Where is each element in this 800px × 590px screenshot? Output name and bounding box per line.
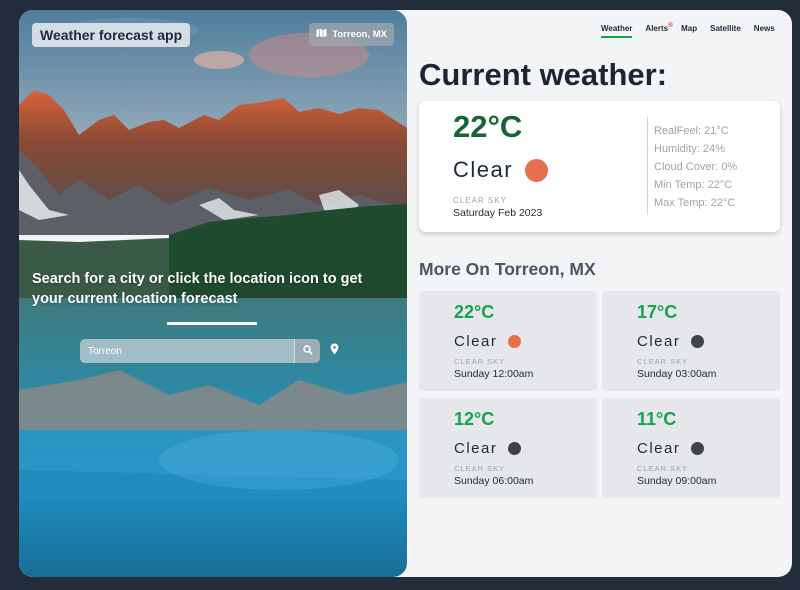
forecast-time: Sunday 06:00am <box>454 475 534 487</box>
app-window: Weather forecast app Torreon, MX Search … <box>19 10 792 577</box>
forecast-card: 12°C Clear CLEAR SKY Sunday 06:00am <box>419 398 597 498</box>
current-temperature: 22°C <box>453 109 523 144</box>
forecast-time: Sunday 12:00am <box>454 368 534 380</box>
alert-badge-dot <box>668 22 674 27</box>
current-location-button[interactable] <box>327 342 341 360</box>
forecast-condition: Clear <box>454 333 498 350</box>
forecast-condition-row: Clear <box>637 333 705 350</box>
forecast-description: CLEAR SKY <box>454 464 506 473</box>
forecast-card: 22°C Clear CLEAR SKY Sunday 12:00am <box>419 291 597 391</box>
current-weather-card: 22°C Clear CLEAR SKY Saturday Feb 2023 R… <box>419 101 780 232</box>
forecast-condition: Clear <box>637 333 681 350</box>
nav-news[interactable]: News <box>754 24 775 38</box>
map-icon <box>316 28 327 41</box>
forecast-temperature: 11°C <box>637 409 677 429</box>
detail-cloud-cover: Cloud Cover: 0% <box>654 161 738 173</box>
current-condition-row: Clear <box>453 157 549 183</box>
detail-min-temp: Min Temp: 22°C <box>654 179 733 191</box>
forecast-condition: Clear <box>637 440 681 457</box>
detail-max-temp: Max Temp: 22°C <box>654 197 736 209</box>
detail-humidity: Humidity: 24% <box>654 143 725 155</box>
forecast-time: Sunday 03:00am <box>637 368 717 380</box>
forecast-card: 11°C Clear CLEAR SKY Sunday 09:00am <box>602 398 780 498</box>
forecast-description: CLEAR SKY <box>637 357 689 366</box>
current-details: RealFeel: 21°C Humidity: 24% Cloud Cover… <box>654 122 737 212</box>
app-title: Weather forecast app <box>32 23 191 47</box>
forecast-condition-row: Clear <box>637 440 705 457</box>
card-divider <box>647 117 648 215</box>
current-condition: Clear <box>453 157 514 182</box>
search-bar <box>80 339 320 363</box>
moon-icon <box>691 442 705 455</box>
forecast-time: Sunday 09:00am <box>637 475 717 487</box>
hero-panel: Weather forecast app Torreon, MX Search … <box>19 10 407 577</box>
nav-alerts[interactable]: Alerts <box>645 22 674 38</box>
forecast-condition-row: Clear <box>454 333 522 350</box>
forecast-condition-row: Clear <box>454 440 522 457</box>
search-button[interactable] <box>294 339 320 363</box>
location-badge[interactable]: Torreon, MX <box>309 23 394 46</box>
nav-satellite[interactable]: Satellite <box>710 24 741 38</box>
map-pin-icon <box>330 342 339 360</box>
search-input[interactable] <box>80 339 294 363</box>
forecast-card: 17°C Clear CLEAR SKY Sunday 03:00am <box>602 291 780 391</box>
moon-icon <box>691 335 705 348</box>
divider-line <box>167 322 257 325</box>
search-prompt: Search for a city or click the location … <box>32 271 363 307</box>
top-nav: Weather Alerts Map Satellite News <box>601 22 775 38</box>
current-date: Saturday Feb 2023 <box>453 207 543 219</box>
forecast-temperature: 22°C <box>454 302 495 322</box>
current-weather-heading: Current weather: <box>419 57 668 92</box>
location-badge-label: Torreon, MX <box>332 29 387 40</box>
search-icon <box>302 342 313 360</box>
forecast-description: CLEAR SKY <box>637 464 689 473</box>
detail-realfeel: RealFeel: 21°C <box>654 125 729 137</box>
more-on-heading: More On Torreon, MX <box>419 259 596 279</box>
sun-icon <box>525 158 549 182</box>
forecast-temperature: 17°C <box>637 302 678 322</box>
nav-map[interactable]: Map <box>681 24 697 38</box>
current-description: CLEAR SKY <box>453 196 507 205</box>
sun-icon <box>508 335 522 348</box>
forecast-condition: Clear <box>454 440 498 457</box>
forecast-temperature: 12°C <box>454 409 495 429</box>
nav-alerts-label: Alerts <box>645 24 669 33</box>
forecast-description: CLEAR SKY <box>454 357 506 366</box>
nav-weather[interactable]: Weather <box>601 24 633 38</box>
moon-icon <box>508 442 522 455</box>
